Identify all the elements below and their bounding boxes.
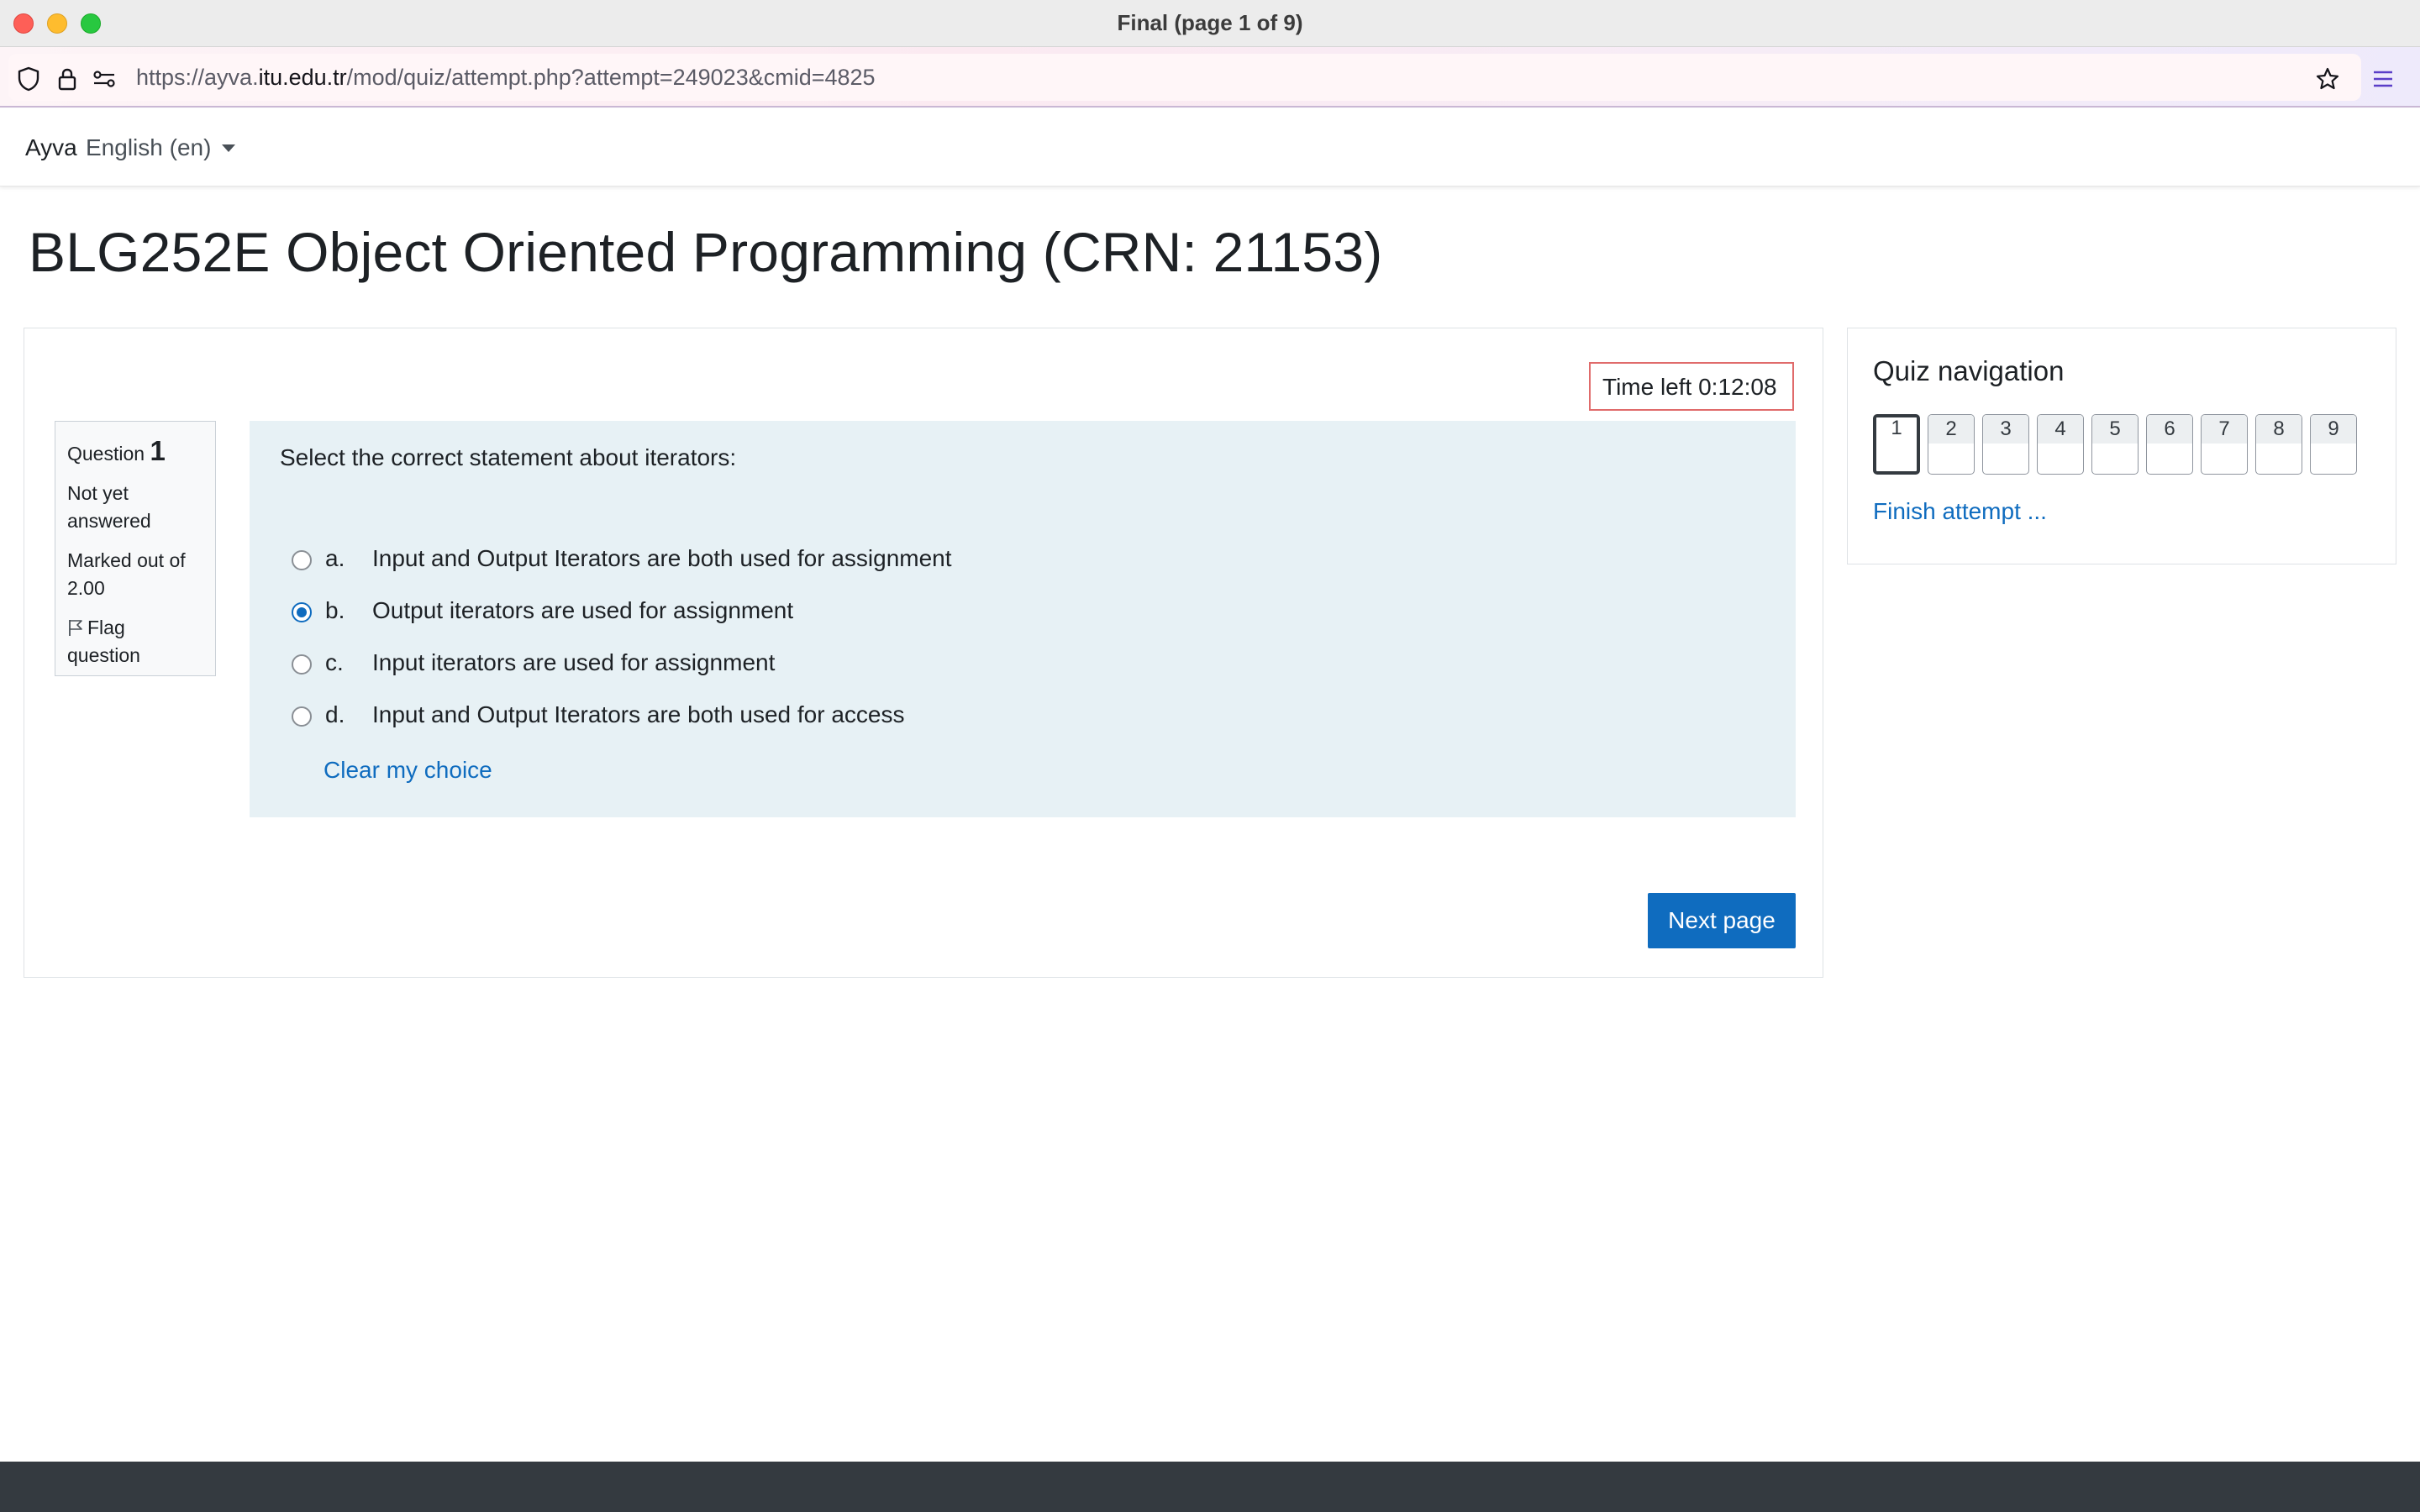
quiz-nav-number: 9 (2311, 415, 2356, 444)
lock-icon[interactable] (54, 66, 81, 92)
question-grade-line: Marked out of (67, 549, 186, 571)
quiz-nav-button-4[interactable]: 4 (2037, 414, 2084, 475)
answer-letter: b. (325, 597, 345, 623)
question-label: Question (67, 443, 145, 465)
question-grade: Marked out of 2.00 (67, 547, 203, 602)
url-host: itu.edu.tr (258, 65, 347, 90)
quiz-nav-number: 4 (2038, 415, 2083, 444)
answer-radio[interactable] (292, 706, 312, 727)
window-titlebar: Final (page 1 of 9) (0, 0, 2420, 47)
question-state: Not yet answered (67, 480, 203, 535)
quiz-main-region: Time left 0:12:08 Question 1 Not yet ans… (24, 328, 1823, 978)
url-text[interactable]: https://ayva.itu.edu.tr/mod/quiz/attempt… (136, 65, 876, 91)
question-grade-line: 2.00 (67, 577, 105, 599)
question-number: 1 (150, 435, 166, 466)
url-bar[interactable]: https://ayva.itu.edu.tr/mod/quiz/attempt… (8, 54, 2361, 101)
quiz-nav-button-3[interactable]: 3 (1982, 414, 2029, 475)
quiz-nav-number: 5 (2092, 415, 2138, 444)
quiz-nav-button-1[interactable]: 1 (1873, 414, 1920, 475)
menu-icon[interactable] (2370, 66, 2396, 92)
answer-radio[interactable] (292, 550, 312, 570)
time-left-timer: Time left 0:12:08 (1589, 362, 1794, 411)
quiz-nav-number: 1 (1876, 417, 1917, 443)
quiz-nav-number: 6 (2147, 415, 2192, 444)
language-menu[interactable]: English (en) (86, 134, 211, 161)
url-prefix: https://ayva. (136, 65, 259, 90)
quiz-nav-button-6[interactable]: 6 (2146, 414, 2193, 475)
quiz-nav-button-5[interactable]: 5 (2091, 414, 2139, 475)
question-text: Select the correct statement about itera… (280, 444, 737, 470)
quiz-nav-button-9[interactable]: 9 (2310, 414, 2357, 475)
browser-toolbar: https://ayva.itu.edu.tr/mod/quiz/attempt… (0, 47, 2420, 108)
quiz-nav-button-8[interactable]: 8 (2255, 414, 2302, 475)
chevron-down-icon[interactable] (222, 144, 235, 152)
site-navbar: Ayva English (en) (0, 109, 2420, 186)
answer-letter: a. (325, 545, 345, 571)
flag-icon (69, 620, 82, 636)
bookmark-star-icon[interactable] (2314, 66, 2341, 92)
permissions-icon[interactable] (91, 66, 118, 92)
shield-icon[interactable] (15, 66, 42, 92)
finish-attempt-link[interactable]: Finish attempt ... (1873, 498, 2047, 525)
quiz-navigation-title: Quiz navigation (1873, 355, 2065, 386)
quiz-nav-number: 7 (2202, 415, 2247, 444)
question-state-line: Not yet (67, 482, 129, 504)
answer-letter: d. (325, 701, 345, 727)
flag-question-label: Flag (87, 617, 125, 638)
answer-text[interactable]: Input and Output Iterators are both used… (372, 701, 905, 728)
flag-question-label: question (67, 644, 140, 666)
quiz-nav-button-2[interactable]: 2 (1928, 414, 1975, 475)
quiz-nav-button-7[interactable]: 7 (2201, 414, 2248, 475)
answer-radio[interactable] (292, 654, 312, 675)
quiz-nav-number: 2 (1928, 415, 1974, 444)
answer-letter: c. (325, 649, 344, 675)
answer-text[interactable]: Input and Output Iterators are both used… (372, 545, 952, 572)
quiz-nav-number: 8 (2256, 415, 2302, 444)
quiz-navigation-block: Quiz navigation 1 2 3 4 5 6 7 8 9 Finish… (1847, 328, 2396, 564)
answer-radio[interactable] (292, 602, 312, 622)
question-state-line: answered (67, 510, 151, 532)
question-content: Select the correct statement about itera… (250, 421, 1796, 817)
question-info: Question 1 Not yet answered Marked out o… (55, 421, 216, 676)
question-number-row: Question 1 (67, 437, 203, 468)
flag-question-toggle[interactable]: Flag question (67, 614, 203, 669)
page-footer (0, 1462, 2420, 1512)
answer-text[interactable]: Input iterators are used for assignment (372, 649, 775, 676)
page-title: BLG252E Object Oriented Programming (CRN… (29, 221, 1383, 283)
window-title: Final (page 1 of 9) (1117, 10, 1303, 35)
url-path: /mod/quiz/attempt.php?attempt=249023&cmi… (346, 65, 876, 90)
quiz-nav-number: 3 (1983, 415, 2028, 444)
answer-text[interactable]: Output iterators are used for assignment (372, 597, 793, 624)
clear-my-choice-link[interactable]: Clear my choice (324, 757, 492, 784)
site-brand[interactable]: Ayva (25, 134, 77, 161)
next-page-button[interactable]: Next page (1648, 893, 1796, 948)
